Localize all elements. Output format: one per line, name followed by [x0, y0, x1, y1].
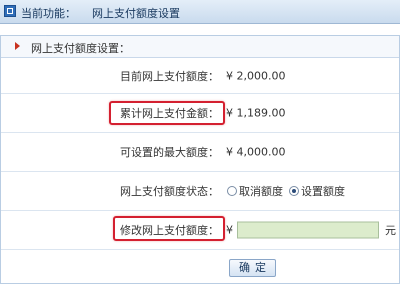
header-bar: 当前功能： 网上支付额度设置 — [0, 0, 400, 24]
currency-symbol: ¥ — [226, 223, 233, 237]
set-limit-radio-label[interactable]: 设置额度 — [301, 183, 345, 199]
current-function-label: 当前功能： — [21, 7, 76, 20]
panel-title: 网上支付额度设置： — [31, 42, 130, 55]
current-limit-value: ¥ 2,000.00 — [226, 69, 286, 82]
row-current-limit: 目前网上支付额度： ¥ 2,000.00 — [1, 58, 399, 94]
row-cumulative-amount: 累计网上支付金额： ¥ 1,189.00 — [1, 94, 399, 133]
settings-panel: 网上支付额度设置： 目前网上支付额度： ¥ 2,000.00 累计网上支付金额：… — [0, 35, 400, 284]
set-limit-radio[interactable] — [289, 186, 299, 196]
cancel-limit-radio-label[interactable]: 取消额度 — [239, 183, 283, 199]
page-title: 网上支付额度设置 — [92, 7, 180, 20]
unit-label: 元 — [385, 224, 396, 237]
highlight-box-cumulative — [109, 101, 225, 125]
function-icon — [4, 5, 16, 17]
cumulative-amount-value: ¥ 1,189.00 — [226, 106, 286, 120]
triangle-arrow-icon — [15, 42, 20, 50]
row-limit-status: 网上支付额度状态： 取消额度 设置额度 — [1, 172, 399, 211]
highlight-box-modify — [113, 216, 225, 241]
panel-header: 网上支付额度设置： — [1, 36, 399, 58]
max-limit-label: 可设置的最大额度： — [120, 146, 219, 159]
current-limit-label: 目前网上支付额度： — [120, 69, 219, 83]
limit-status-radio-group: 取消额度 设置额度 — [227, 183, 351, 199]
limit-status-label: 网上支付额度状态： — [120, 185, 219, 198]
confirm-button[interactable]: 确定 — [229, 259, 276, 277]
new-limit-input[interactable] — [237, 221, 379, 239]
row-max-limit: 可设置的最大额度： ¥ 4,000.00 — [1, 133, 399, 172]
cancel-limit-radio[interactable] — [227, 186, 237, 196]
row-modify-limit: 修改网上支付额度： ¥ 元 — [1, 211, 399, 250]
max-limit-value: ¥ 4,000.00 — [226, 145, 286, 159]
